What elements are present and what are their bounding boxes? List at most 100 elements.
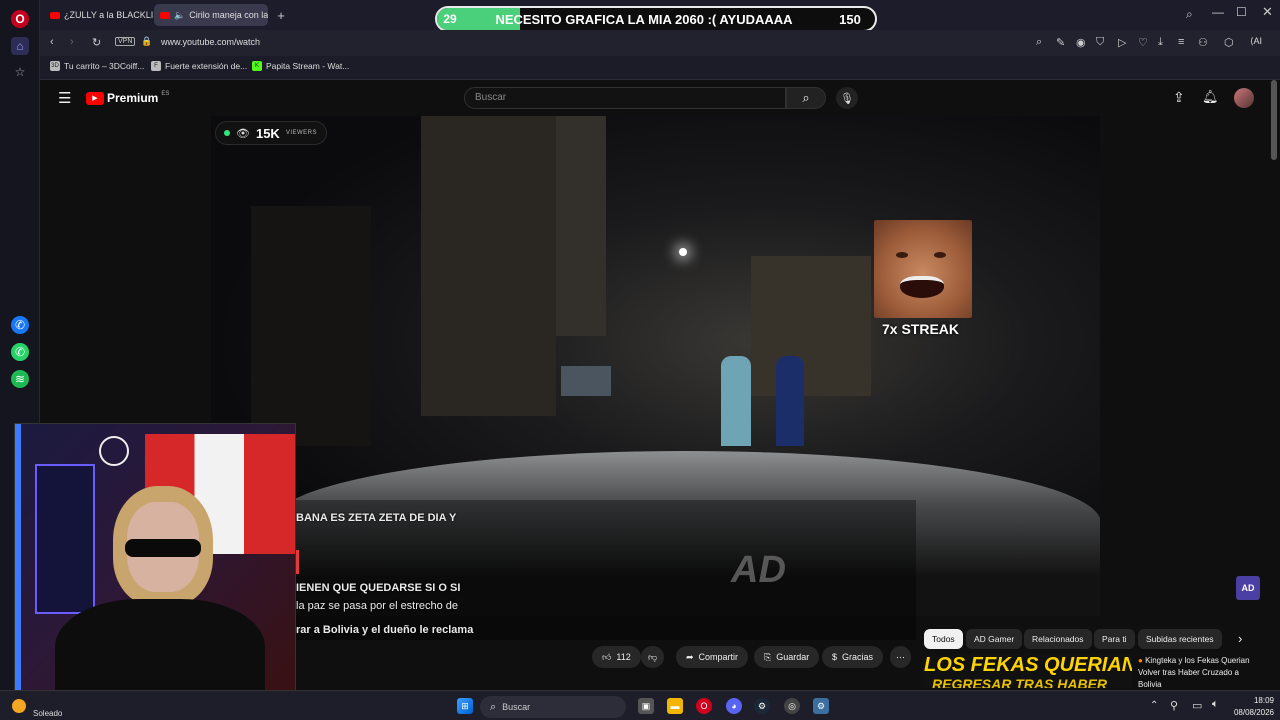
thumbs-up-icon: 👍︎ <box>602 651 612 662</box>
bookmark-item[interactable]: F Fuerte extensión de... <box>151 61 247 71</box>
steam-icon[interactable]: ⚙ <box>754 698 770 714</box>
network-icon[interactable]: ⚲ <box>1170 699 1178 712</box>
camera-icon[interactable]: ◉ <box>1076 36 1086 49</box>
search-input[interactable]: Buscar <box>464 87 786 109</box>
obs-icon[interactable]: ◎ <box>784 698 800 714</box>
play-icon[interactable]: ▷ <box>1118 36 1126 49</box>
donation-left-count: 29 <box>443 12 457 26</box>
bookmark-item[interactable]: K Papita Stream - Wat... <box>252 61 349 71</box>
related-title[interactable]: ● Kingteka y los Fekas Querian Volver tr… <box>1138 655 1268 688</box>
tab-zully[interactable]: ¿ZULLY a la BLACKLIST <box>44 4 154 26</box>
shield-icon[interactable]: ⛉ <box>1096 36 1104 49</box>
related-title-line: Volver tras Haber Cruzado a <box>1138 668 1239 677</box>
home-icon[interactable]: ⌂ <box>11 37 29 55</box>
sunglasses <box>125 539 201 557</box>
star-icon[interactable]: ☆ <box>11 63 29 81</box>
thanks-icon: $ <box>832 652 838 662</box>
bookmarks-bar: 3D Tu carrito – 3DCoiff... F Fuerte exte… <box>40 56 1280 80</box>
speaker-icon: 🔈 <box>174 9 186 20</box>
truck <box>561 366 611 396</box>
more-actions-button[interactable]: ⋯ <box>890 646 911 668</box>
clock-time[interactable]: 18:09 <box>1232 696 1274 705</box>
thanks-button[interactable]: $ Gracias <box>822 646 884 668</box>
chip-for-you[interactable]: Para ti <box>1094 629 1135 649</box>
download-icon[interactable]: ⤓ <box>1158 36 1163 49</box>
donation-message: NECESITO GRAFICA LA MIA 2060 :( AYUDAAAA <box>495 11 793 27</box>
spotify-icon[interactable]: ≋ <box>11 370 29 388</box>
chips-next-icon[interactable]: › <box>1238 631 1242 646</box>
chip-all[interactable]: Todos <box>924 629 963 649</box>
new-tab-button[interactable]: + <box>272 4 290 26</box>
bookmark-item[interactable]: 3D Tu carrito – 3DCoiff... <box>50 61 144 71</box>
save-button[interactable]: ⎘ Guardar <box>754 646 820 668</box>
bookmark-icon: ⎘ <box>764 651 772 662</box>
upload-icon[interactable]: ⇪ <box>1173 89 1185 106</box>
hamburger-menu-icon[interactable]: ☰ <box>58 89 71 107</box>
heart-icon[interactable]: ♡ <box>1138 36 1148 49</box>
opera-logo-icon[interactable]: O <box>11 10 29 28</box>
ai-button[interactable]: ⟨AI <box>1250 36 1262 47</box>
menu-icon[interactable]: ≡ <box>1178 36 1184 48</box>
mic-button[interactable]: 🎙 <box>836 87 858 109</box>
monitor-icon[interactable]: ▭ <box>1192 699 1202 712</box>
tab-cirilo[interactable]: 🔈 Cirilo maneja con la B <box>154 4 268 26</box>
clock-date[interactable]: 08/08/2026 <box>1226 708 1274 717</box>
profile-icon[interactable]: ⚇ <box>1198 36 1208 49</box>
avatar[interactable] <box>1234 88 1254 108</box>
chip-ad-gamer[interactable]: AD Gamer <box>966 629 1023 649</box>
opera-taskbar-icon[interactable]: O <box>696 698 712 714</box>
bookmark-favicon-icon: F <box>151 61 161 71</box>
share-button[interactable]: ➦ Compartir <box>676 646 749 668</box>
maximize-icon[interactable]: ☐ <box>1236 5 1247 19</box>
weather-label: Soleado <box>33 709 63 718</box>
related-title-line: Kingteka y los Fekas Querian <box>1145 656 1250 665</box>
share-label: Compartir <box>698 652 739 662</box>
emote-mouth <box>900 276 944 298</box>
taskbar-search[interactable]: ⌕ Buscar <box>480 696 626 718</box>
weather-icon[interactable] <box>12 699 26 713</box>
minimize-icon[interactable]: — <box>1212 5 1224 19</box>
discord-icon[interactable]: ◕ <box>726 698 742 714</box>
dislike-button[interactable]: 👎︎ <box>641 646 665 668</box>
back-icon[interactable]: ‹ <box>50 36 54 48</box>
forward-icon[interactable]: › <box>70 36 74 48</box>
streak-emote-image <box>874 220 972 318</box>
whatsapp-icon[interactable]: ✆ <box>11 343 29 361</box>
vpn-badge[interactable]: VPN <box>115 37 136 46</box>
volume-icon[interactable]: 🔈︎ <box>1212 698 1219 711</box>
edit-icon[interactable]: ✎ <box>1056 36 1065 49</box>
like-button[interactable]: 👍︎ 112 <box>592 646 641 668</box>
youtube-header: ☰ ▶ Premium ES Buscar ⌕ 🎙 ⇪ 🔔︎ <box>40 80 1270 116</box>
led-strip <box>15 424 21 707</box>
pedestrian-flag <box>776 356 804 446</box>
messenger-icon[interactable]: ✆ <box>11 316 29 334</box>
donation-goal-banner: 29 NECESITO GRAFICA LA MIA 2060 :( AYUDA… <box>435 6 877 32</box>
save-label: Guardar <box>776 652 810 662</box>
search-tabs-icon[interactable]: ⌕ <box>1186 7 1193 22</box>
building-facade <box>556 116 606 336</box>
windows-start-icon[interactable]: ⊞ <box>457 698 473 714</box>
page-scrollbar[interactable] <box>1271 80 1277 160</box>
zoom-icon[interactable]: ⌕ <box>1036 36 1042 49</box>
youtube-logo[interactable]: ▶ Premium ES <box>86 91 169 105</box>
taskbar-search-label: Buscar <box>502 702 531 712</box>
kick-favicon-icon: K <box>252 61 262 71</box>
file-explorer-icon[interactable]: ▬ <box>667 698 683 714</box>
tray-expand-icon[interactable]: ⌃ <box>1150 700 1158 711</box>
eye-icon: 👁︎ <box>236 127 250 140</box>
pedestrian <box>721 356 751 446</box>
chip-recent[interactable]: Subidas recientes <box>1138 629 1222 649</box>
related-thumbnail[interactable]: LOS FEKAS QUERIAN REGRESAR TRAS HABER <box>922 654 1132 688</box>
chat-marker <box>296 550 299 574</box>
task-view-icon[interactable]: ▣ <box>638 698 654 714</box>
close-icon[interactable]: ✕ <box>1262 4 1273 20</box>
search-button[interactable]: ⌕ <box>786 87 826 109</box>
notifications-bell-icon[interactable]: 🔔︎ <box>1202 89 1219 105</box>
donation-right-count: 150 <box>839 11 861 27</box>
channel-watermark-badge[interactable]: AD <box>1236 576 1260 600</box>
extension-icon[interactable]: ⬡ <box>1224 36 1234 49</box>
url-text[interactable]: www.youtube.com/watch <box>161 37 260 47</box>
settings-icon[interactable]: ⚙ <box>813 698 829 714</box>
reload-icon[interactable]: ↻ <box>92 36 101 49</box>
chip-related[interactable]: Relacionados <box>1024 629 1092 649</box>
